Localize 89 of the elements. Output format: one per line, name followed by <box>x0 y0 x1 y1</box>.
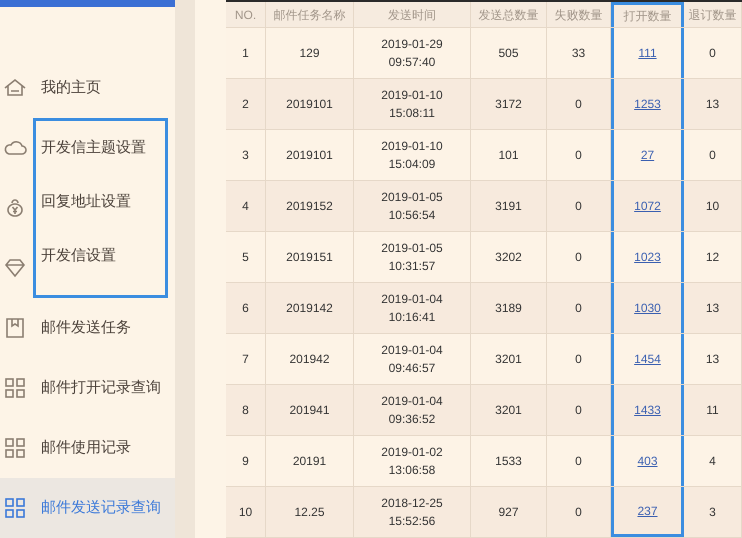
table-cell-text: 2019-01-04 09:36:52 <box>381 393 443 428</box>
open-count-link[interactable]: 1023 <box>634 248 661 266</box>
table-cell-text: 3 <box>242 147 249 164</box>
open-count-link[interactable]: 1030 <box>634 299 661 317</box>
table-cell-text: 0 <box>709 147 716 164</box>
table-cell-text: 12 <box>706 249 720 266</box>
sidebar-item[interactable]: 邮件打开记录查询 <box>41 376 161 400</box>
table-cell-text: 1 <box>242 45 249 62</box>
table-cell-text: 0 <box>575 402 582 419</box>
table-cell-text: 2019-01-10 15:04:09 <box>381 138 443 173</box>
open-count-link[interactable]: 1433 <box>634 401 661 419</box>
open-count-link[interactable]: 27 <box>640 146 654 164</box>
open-count-link[interactable]: 111 <box>638 44 657 62</box>
table-cell-text: 2019-01-04 10:16:41 <box>381 291 443 326</box>
table-cell-text: 927 <box>498 504 519 521</box>
column-header: NO. <box>234 6 256 24</box>
sidebar-item[interactable]: 邮件使用记录 <box>41 436 131 460</box>
table-cell-text: 13 <box>706 96 720 113</box>
grid-icon <box>3 436 27 460</box>
column-header: 发送总数量 <box>478 6 538 24</box>
table-cell-text: 9 <box>242 453 249 470</box>
open-count-link[interactable]: 403 <box>637 452 658 470</box>
table-cell-text: 0 <box>575 96 582 113</box>
sidebar-item[interactable]: 回复地址设置 <box>41 190 131 214</box>
table-cell-text: 3191 <box>495 198 522 215</box>
table-cell-text: 2019142 <box>286 300 333 317</box>
table-cell-text: 2019151 <box>286 249 333 266</box>
table-cell-text: 2019101 <box>286 147 333 164</box>
table-cell-text: 0 <box>575 300 582 317</box>
table-cell-text: 505 <box>498 45 519 62</box>
table-cell-text: 101 <box>498 147 519 164</box>
table-cell-text: 4 <box>242 198 249 215</box>
table-cell-text: 3202 <box>495 249 522 266</box>
table-cell-text: 6 <box>242 300 249 317</box>
table-cell-text: 2019-01-10 15:08:11 <box>381 87 443 122</box>
table-cell-text: 2019-01-05 10:56:54 <box>381 189 443 224</box>
table-cell-text: 0 <box>709 45 716 62</box>
table-cell-text: 8 <box>242 402 249 419</box>
table-cell-text: 0 <box>575 453 582 470</box>
table-cell-text: 3 <box>709 504 716 521</box>
table-cell-text: 1533 <box>495 453 522 470</box>
grid-icon <box>3 376 27 400</box>
sidebar-item[interactable]: 开发信设置 <box>41 244 116 268</box>
table-cell-text: 10 <box>238 504 252 521</box>
open-count-link[interactable]: 1253 <box>634 95 661 113</box>
table-cell-text: 13 <box>706 300 720 317</box>
sidebar-item[interactable]: 开发信主题设置 <box>41 136 146 160</box>
column-header: 打开数量 <box>624 8 672 26</box>
table-cell-text: 0 <box>575 249 582 266</box>
table-cell-text: 3172 <box>495 96 522 113</box>
open-count-link[interactable]: 1454 <box>634 350 661 368</box>
table-cell-text: 12.25 <box>294 504 325 521</box>
table-cell-text: 3201 <box>495 351 522 368</box>
table-cell-text: 2019-01-04 09:46:57 <box>381 342 443 377</box>
table-cell-text: 11 <box>706 402 719 419</box>
column-header: 发送时间 <box>388 6 436 24</box>
table-cell-text: 2 <box>242 96 249 113</box>
open-count-link[interactable]: 1072 <box>634 197 661 215</box>
table-cell-text: 0 <box>575 504 582 521</box>
table-cell-text: 2019-01-02 13:06:58 <box>381 444 443 479</box>
column-header: 失败数量 <box>554 6 602 24</box>
table-cell-text: 201941 <box>289 402 330 419</box>
table-cell-text: 2019101 <box>286 96 333 113</box>
bookmark-icon <box>3 316 27 340</box>
column-header: 邮件任务名称 <box>274 6 346 24</box>
open-count-link[interactable]: 237 <box>637 502 658 520</box>
diamond-icon <box>3 256 27 280</box>
table-cell-text: 2019-01-29 09:57:40 <box>381 36 443 71</box>
table-cell-text: 0 <box>575 351 582 368</box>
table-cell-text: 10 <box>706 198 720 215</box>
table-cell-text: 0 <box>575 198 582 215</box>
table-cell-text: 2019152 <box>286 198 333 215</box>
table-cell-text: 3189 <box>495 300 522 317</box>
table-cell-text: 20191 <box>292 453 326 470</box>
grid-icon <box>3 496 27 520</box>
table-cell-text: 0 <box>575 147 582 164</box>
table-cell-text: 3201 <box>495 402 522 419</box>
table-cell-text: 4 <box>709 453 716 470</box>
table-cell-text: 129 <box>299 45 320 62</box>
table-cell-text: 7 <box>242 351 249 368</box>
table-cell-text: 2018-12-25 15:52:56 <box>381 495 443 530</box>
column-header: 退订数量 <box>688 6 736 24</box>
table-cell-text: 33 <box>572 45 586 62</box>
sidebar-item[interactable]: 邮件发送任务 <box>41 316 131 340</box>
table-cell-text: 2019-01-05 10:31:57 <box>381 240 443 275</box>
sidebar-item[interactable]: 我的主页 <box>41 76 101 100</box>
table-cell-text: 5 <box>242 249 249 266</box>
table-cell-text: 13 <box>706 351 720 368</box>
table-cell-text: 201942 <box>289 351 330 368</box>
